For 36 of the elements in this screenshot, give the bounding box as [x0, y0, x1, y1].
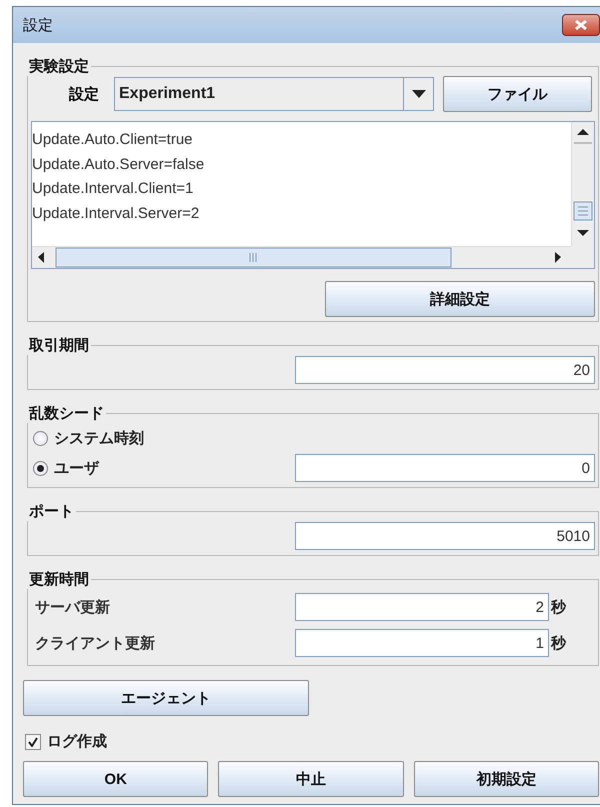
- group-title: 乱数シード: [28, 404, 105, 423]
- field-label: サーバ更新: [34, 598, 111, 616]
- group-title: 実験設定: [28, 57, 90, 76]
- dialog-button[interactable]: OK: [23, 761, 208, 797]
- input-field[interactable]: 20: [295, 356, 595, 384]
- agent-button[interactable]: エージェント: [23, 680, 309, 716]
- unit-label: 秒: [550, 634, 568, 652]
- text-area[interactable]: Update.Auto.Client=true Update.Auto.Server=false Update.Interval.Client=1 Update.Interval.Server=2: [31, 121, 595, 269]
- text-line: Update.Auto.Client=true: [32, 130, 194, 150]
- text-line: Update.Interval.Client=1: [32, 179, 194, 199]
- caret-icon: [412, 90, 426, 98]
- dropdown[interactable]: Experiment1: [114, 77, 434, 111]
- close-icon: [574, 19, 588, 31]
- dropdown-value: Experiment1: [118, 85, 216, 103]
- file-button[interactable]: ファイル: [443, 76, 592, 112]
- group-title: 更新時間: [28, 570, 90, 589]
- dialog-button[interactable]: 中止: [218, 761, 404, 797]
- details-button[interactable]: 詳細設定: [325, 281, 595, 317]
- check-icon: [28, 736, 38, 746]
- field-label: クライアント更新: [34, 634, 156, 652]
- dialog-button[interactable]: 初期設定: [414, 761, 599, 797]
- text-line: Update.Interval.Server=2: [32, 204, 200, 224]
- input-field[interactable]: 5010: [295, 522, 595, 550]
- close-button[interactable]: [562, 14, 600, 36]
- text-line: Update.Auto.Server=false: [32, 154, 206, 174]
- window-title: 設定: [23, 16, 54, 34]
- group-title: 取引期間: [28, 336, 90, 355]
- field-label: 設定: [69, 84, 100, 104]
- group-title: ポート: [28, 502, 75, 521]
- checkbox[interactable]: ログ作成: [25, 732, 599, 751]
- input-field[interactable]: 1: [295, 629, 549, 657]
- unit-label: 秒: [550, 598, 568, 616]
- radio-option[interactable]: システム時刻: [31, 428, 595, 448]
- input-field[interactable]: 2: [295, 593, 549, 621]
- input-field[interactable]: 0: [295, 454, 595, 482]
- radio-option[interactable]: ユーザ: [31, 458, 295, 478]
